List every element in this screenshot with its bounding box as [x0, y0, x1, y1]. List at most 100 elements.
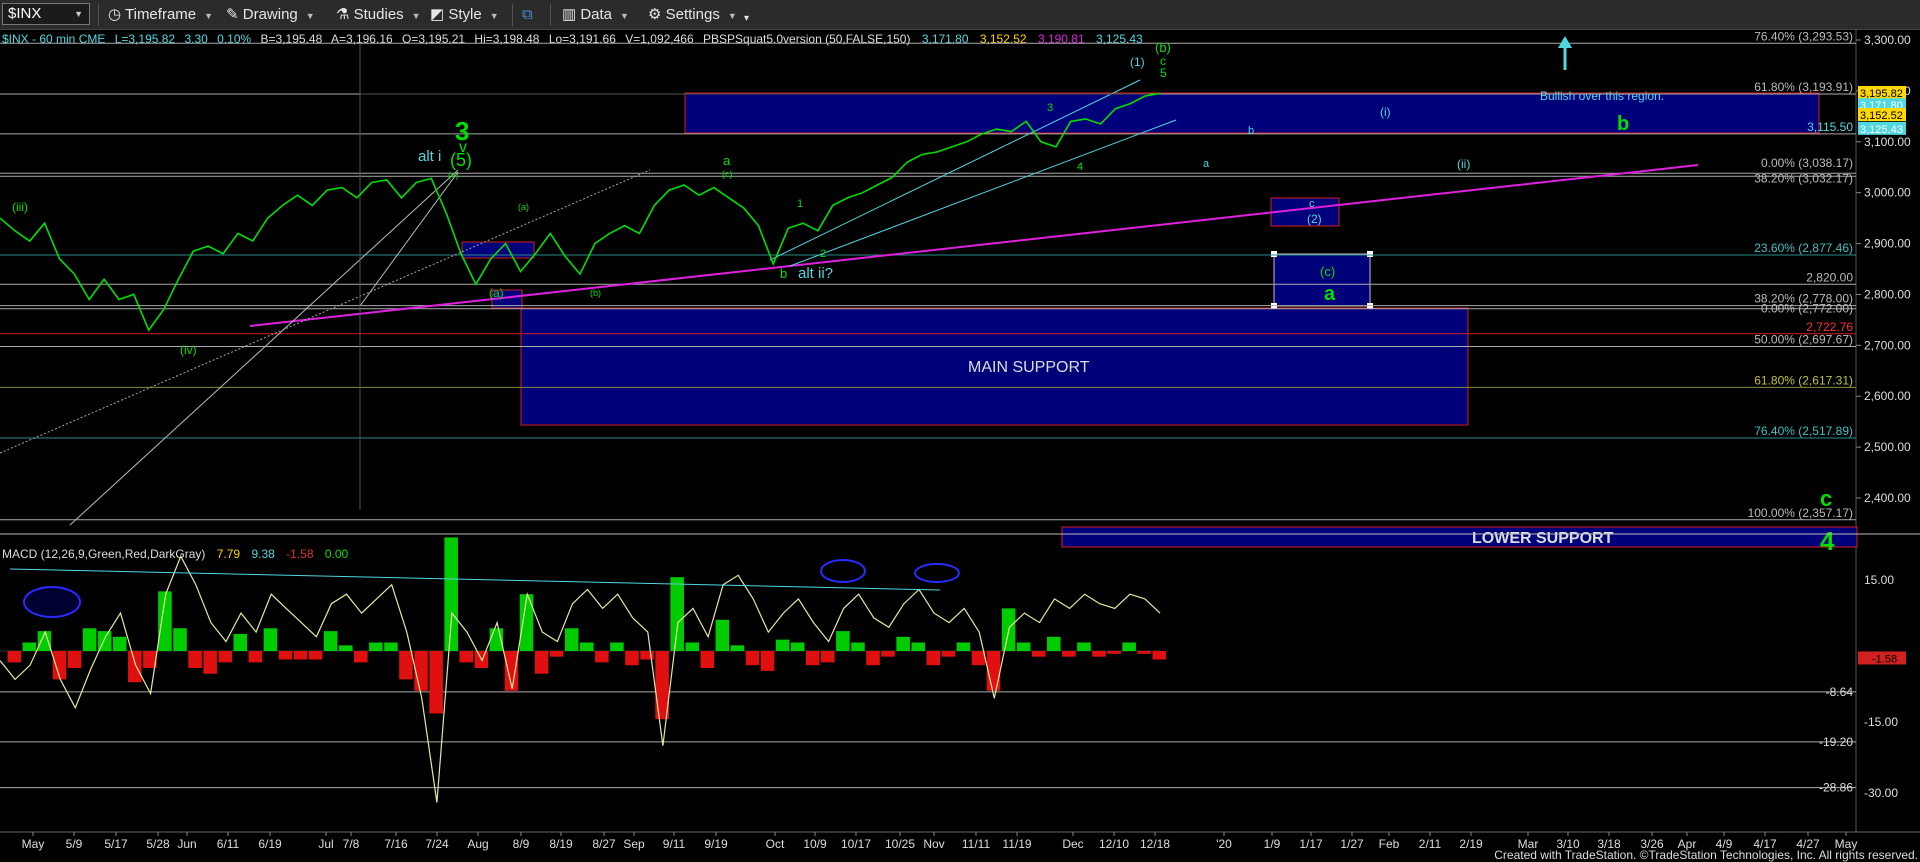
macd-histogram-bar	[459, 651, 474, 663]
macd-tick-label: 15.00	[1864, 573, 1894, 587]
macd-histogram-bar	[1077, 642, 1091, 651]
price-tick-label: 3,000.00	[1864, 186, 1911, 200]
macd-histogram-bar	[128, 651, 142, 683]
layout-icon[interactable]: ⧉	[522, 4, 533, 26]
date-tick-label: May	[22, 837, 45, 851]
wave-b-label: b	[1617, 113, 1629, 135]
date-tick-label: Sep	[623, 837, 645, 851]
date-tick-label: 8/9	[513, 837, 530, 851]
wave-a-box	[461, 241, 535, 259]
wave-a-small-label: a	[723, 153, 731, 168]
macd-histogram-bar	[1016, 642, 1031, 651]
last-price: L=3,195.82	[115, 32, 176, 46]
level-label: 50.00% (2,697.67)	[1754, 333, 1853, 347]
macd-histogram-bar	[595, 651, 609, 663]
macd-histogram-bar	[580, 642, 594, 651]
wave-2-small-label: 2	[820, 248, 826, 260]
wave-c-paren-small-label: (c)	[722, 169, 733, 179]
data-menu[interactable]: ▥ Data ▼	[562, 4, 629, 26]
macd-header: MACD (12,26,9,Green,Red,DarkGray) 7.79 9…	[2, 547, 349, 561]
macd-histogram-bar	[1152, 651, 1167, 660]
price-tick-label: 3,100.00	[1864, 135, 1911, 149]
macd-histogram-bar	[233, 633, 248, 651]
macd-histogram-bar	[414, 651, 428, 691]
macd-histogram-bar	[1137, 651, 1151, 654]
macd-histogram-bar	[444, 537, 458, 651]
level-label: 2,820.00	[1806, 270, 1853, 284]
date-tick-label: '20	[1216, 837, 1232, 851]
date-tick-label: Dec	[1062, 837, 1083, 851]
date-tick-label: 11/11	[962, 837, 991, 851]
price-axis[interactable]	[1856, 30, 1920, 832]
studies-label: Studies	[353, 6, 404, 23]
macd-histogram-bar	[112, 636, 127, 651]
macd-histogram-bar	[700, 651, 715, 669]
macd-value-1: 7.79	[217, 547, 241, 561]
date-tick-label: 5/28	[146, 837, 170, 851]
date-tick-label: 5/9	[66, 837, 83, 851]
date-tick-label: 7/8	[343, 837, 360, 851]
macd-current-tag: -1.58	[1872, 653, 1897, 665]
date-tick-label: Oct	[766, 837, 785, 851]
wave-c-target-box	[1273, 253, 1371, 307]
price-tick-label: 2,600.00	[1864, 389, 1911, 403]
date-tick-label: Jun	[177, 837, 196, 851]
date-tick-label: 6/19	[258, 837, 282, 851]
macd-histogram-bar	[173, 628, 187, 651]
macd-label: MACD (12,26,9,Green,Red,DarkGray)	[2, 547, 205, 561]
timeframe-menu[interactable]: ◷ Timeframe ▼	[108, 4, 213, 26]
macd-histogram-bar	[986, 651, 1001, 691]
date-tick-label: Nov	[923, 837, 944, 851]
macd-value-4: 0.00	[325, 547, 349, 561]
data-label: Data	[580, 6, 613, 23]
symbol-selector[interactable]: $INX ▼	[2, 3, 90, 25]
wave-v-paren-label: (v)	[448, 170, 459, 180]
drawing-menu[interactable]: ✎ Drawing ▼	[226, 4, 315, 26]
macd-value-3: -1.58	[286, 547, 314, 561]
clock-icon: ◷	[108, 6, 125, 23]
wave-4-small-label: 4	[1077, 161, 1083, 173]
wave-4-label: 4	[1820, 526, 1835, 556]
date-tick-label: 11/19	[1002, 837, 1031, 851]
macd-histogram-bar	[730, 645, 745, 651]
macd-histogram-bar	[625, 651, 639, 666]
level-label: 61.80% (3,193.91)	[1754, 80, 1853, 94]
macd-level-label: -8.64	[1826, 685, 1854, 699]
price-tag: 3,125.43	[1860, 124, 1903, 136]
date-tick-label: 7/16	[384, 837, 408, 851]
level-label: 0.00% (3,038.17)	[1761, 156, 1853, 170]
wave-2-paren-label: (2)	[1307, 212, 1322, 226]
lower-support-label: LOWER SUPPORT	[1472, 530, 1614, 547]
date-tick-label: 10/17	[841, 837, 871, 851]
toolbar-divider	[512, 4, 513, 26]
wave-1-small-label: 1	[797, 198, 803, 210]
toolbar-divider	[98, 4, 99, 26]
date-tick-label: 8/27	[592, 837, 616, 851]
macd-histogram-bar	[1031, 651, 1046, 657]
wave-i-paren-label: (i)	[1380, 105, 1391, 119]
drag-handle[interactable]	[1367, 251, 1373, 257]
settings-menu[interactable]: ⚙ Settings ▼	[648, 4, 737, 26]
macd-histogram-bar	[203, 651, 217, 674]
macd-histogram-bar	[369, 642, 383, 651]
date-tick-label: 12/18	[1140, 837, 1170, 851]
drag-handle[interactable]	[1271, 251, 1277, 257]
bar-chart-icon: ▥	[562, 6, 581, 23]
chevron-down-icon: ▼	[204, 11, 214, 21]
macd-histogram-bar	[429, 651, 443, 714]
wave-a-paren-small-label: (a)	[518, 202, 529, 212]
date-tick-label: Jul	[318, 837, 333, 851]
studies-menu[interactable]: ⚗ Studies ▼	[336, 4, 421, 26]
style-menu[interactable]: ◩ Style ▼	[430, 4, 499, 26]
wave-a-cyan-label: a	[1203, 158, 1210, 170]
bid-price: B=3,195.48	[261, 32, 323, 46]
toolbar-overflow-icon[interactable]: ▾	[744, 8, 749, 30]
chevron-down-icon: ▼	[74, 9, 83, 19]
macd-histogram-bar	[896, 636, 910, 651]
macd-histogram-bar	[956, 642, 971, 651]
price-tick-label: 2,700.00	[1864, 338, 1911, 352]
price-tick-label: 2,900.00	[1864, 237, 1911, 251]
macd-level-label: -19.20	[1819, 735, 1853, 749]
price-chart[interactable]: $INX - 60 min CME L=3,195.82 3.30 0.10% …	[0, 30, 1920, 862]
macd-histogram-bar	[1092, 651, 1106, 657]
